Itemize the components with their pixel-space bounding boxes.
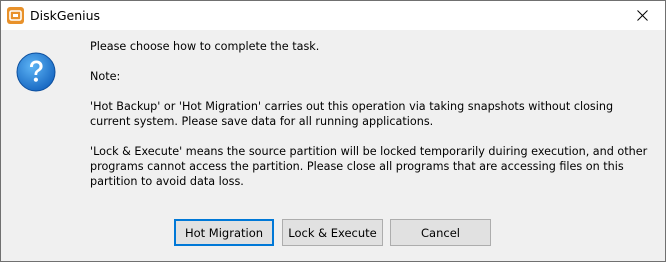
note-label: Note: [90,70,121,83]
cancel-button[interactable]: Cancel [390,219,491,246]
dialog-content: Please choose how to complete the task. … [1,30,665,261]
dialog-window: DiskGenius Please choose how to complete… [0,0,666,262]
lock-execute-note: 'Lock & Execute' means the source partit… [90,145,651,188]
title-bar: DiskGenius [1,1,665,30]
lock-execute-button[interactable]: Lock & Execute [282,219,383,246]
diskgenius-app-icon [7,7,24,24]
window-title: DiskGenius [30,8,101,23]
prompt-text: Please choose how to complete the task. [90,40,320,53]
close-icon [637,6,648,25]
message-text: Please choose how to complete the task. … [90,39,655,204]
close-button[interactable] [620,1,665,30]
hot-migration-button[interactable]: Hot Migration [174,219,274,246]
question-icon [16,52,56,92]
hot-backup-note: 'Hot Backup' or 'Hot Migration' carries … [90,100,617,128]
